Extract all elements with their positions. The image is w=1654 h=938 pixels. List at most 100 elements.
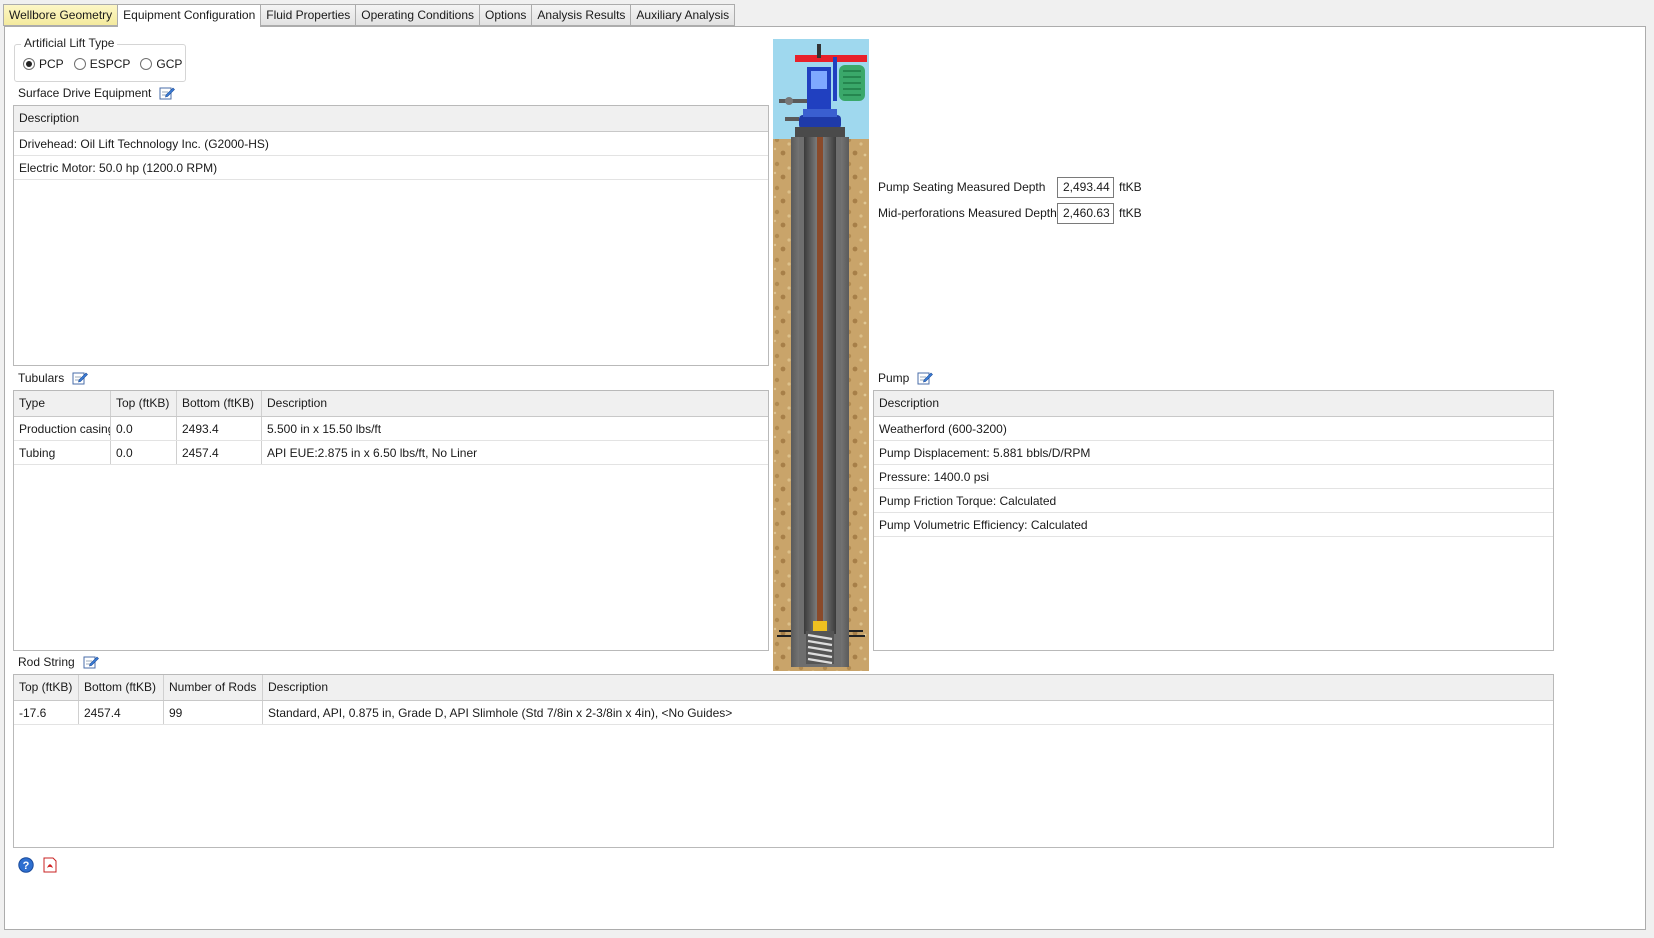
column-header-bottom[interactable]: Bottom (ftKB) <box>177 391 262 416</box>
table-row[interactable]: -17.6 2457.4 99 Standard, API, 0.875 in,… <box>14 701 1553 725</box>
wellhead-base <box>795 127 845 137</box>
table-cell: Pump Displacement: 5.881 bbls/D/RPM <box>879 446 1091 460</box>
column-header-bottom[interactable]: Bottom (ftKB) <box>79 675 164 700</box>
tab-auxiliary-analysis[interactable]: Auxiliary Analysis <box>630 4 736 26</box>
flow-line <box>779 99 809 103</box>
column-header-description[interactable]: Description <box>262 391 768 416</box>
tubulars-grid: Type Top (ftKB) Bottom (ftKB) Descriptio… <box>13 390 769 651</box>
column-header-description[interactable]: Description <box>263 675 1553 700</box>
table-cell: 2493.4 <box>177 417 262 440</box>
column-header-number-of-rods[interactable]: Number of Rods <box>164 675 263 700</box>
table-cell: Pressure: 1400.0 psi <box>879 470 990 484</box>
table-cell: 0.0 <box>111 441 177 464</box>
table-row[interactable]: Pump Friction Torque: Calculated <box>874 489 1553 513</box>
mid-perforations-depth-input[interactable]: 2,460.63 <box>1057 203 1114 224</box>
pump-grid: Description Weatherford (600-3200) Pump … <box>873 390 1554 651</box>
table-cell: Electric Motor: 50.0 hp (1200.0 RPM) <box>19 161 218 175</box>
radio-gcp-label: GCP <box>156 57 183 71</box>
pump-top <box>813 621 827 631</box>
tubulars-title: Tubulars <box>18 371 65 385</box>
rod-string-section-header: Rod String <box>18 655 99 669</box>
radio-pcp-indicator[interactable] <box>23 58 35 70</box>
table-row[interactable]: Tubing 0.0 2457.4 API EUE:2.875 in x 6.5… <box>14 441 768 465</box>
rod-string <box>817 79 823 624</box>
surface-drive-header-row: Description <box>14 106 768 132</box>
radio-pcp-label: PCP <box>39 57 64 71</box>
radio-espcp-label: ESPCP <box>89 57 131 71</box>
pump-seating-depth-input[interactable]: 2,493.44 <box>1057 177 1114 198</box>
side-outlet <box>785 117 799 121</box>
mid-perforations-depth-label: Mid-perforations Measured Depth <box>878 206 1057 220</box>
table-cell: -17.6 <box>14 701 79 724</box>
wellbore-diagram <box>773 39 869 671</box>
rod-string-header-row: Top (ftKB) Bottom (ftKB) Number of Rods … <box>14 675 1553 701</box>
table-row[interactable]: Electric Motor: 50.0 hp (1200.0 RPM) <box>14 156 768 180</box>
artificial-lift-type-group: Artificial Lift Type PCP ESPCP GCP <box>14 36 186 82</box>
surface-drive-grid: Description Drivehead: Oil Lift Technolo… <box>13 105 769 366</box>
table-cell: Tubing <box>14 441 111 464</box>
wellhead-body <box>803 109 837 117</box>
radio-gcp-indicator[interactable] <box>140 58 153 70</box>
drivehead-window <box>811 71 827 89</box>
tab-analysis-results[interactable]: Analysis Results <box>531 4 631 26</box>
table-row[interactable]: Drivehead: Oil Lift Technology Inc. (G20… <box>14 132 768 156</box>
surface-drive-section-header: Surface Drive Equipment <box>18 86 176 100</box>
tubulars-header-row: Type Top (ftKB) Bottom (ftKB) Descriptio… <box>14 391 768 417</box>
pump-title: Pump <box>878 371 910 385</box>
tubulars-section-header: Tubulars <box>18 371 89 385</box>
tab-equipment-configuration[interactable]: Equipment Configuration <box>117 4 261 27</box>
table-row[interactable]: Pump Volumetric Efficiency: Calculated <box>874 513 1553 537</box>
table-cell: 2457.4 <box>79 701 164 724</box>
table-cell: API EUE:2.875 in x 6.50 lbs/ft, No Liner <box>267 446 478 460</box>
pump-seating-depth-unit: ftKB <box>1119 180 1142 194</box>
table-cell: Weatherford (600-3200) <box>879 422 1007 436</box>
bottom-toolbar: ? <box>18 857 58 873</box>
table-cell: Pump Volumetric Efficiency: Calculated <box>879 518 1088 532</box>
table-row[interactable]: Pressure: 1400.0 psi <box>874 465 1553 489</box>
column-header-type[interactable]: Type <box>14 391 111 416</box>
table-cell: Standard, API, 0.875 in, Grade D, API Sl… <box>268 706 733 720</box>
rod-string-title: Rod String <box>18 655 75 669</box>
table-cell: 2457.4 <box>177 441 262 464</box>
radio-espcp-indicator[interactable] <box>73 58 86 70</box>
rod-string-grid: Top (ftKB) Bottom (ftKB) Number of Rods … <box>13 674 1554 848</box>
table-cell: 99 <box>164 701 263 724</box>
radio-pcp[interactable]: PCP <box>23 57 64 71</box>
tab-operating-conditions[interactable]: Operating Conditions <box>355 4 480 26</box>
tab-options[interactable]: Options <box>479 4 532 26</box>
edit-icon[interactable] <box>83 655 99 669</box>
table-cell: Drivehead: Oil Lift Technology Inc. (G20… <box>19 137 269 151</box>
belt-guard <box>833 57 837 101</box>
wellhead-flange <box>799 115 841 129</box>
edit-icon[interactable] <box>72 371 89 385</box>
polished-rod <box>817 44 821 58</box>
table-cell: Pump Friction Torque: Calculated <box>879 494 1057 508</box>
edit-icon[interactable] <box>159 86 176 100</box>
column-header-description[interactable]: Description <box>14 106 768 131</box>
drive-beam <box>795 55 867 62</box>
equipment-configuration-panel: Artificial Lift Type PCP ESPCP GCP Surfa… <box>4 26 1646 930</box>
table-row[interactable]: Pump Displacement: 5.881 bbls/D/RPM <box>874 441 1553 465</box>
column-header-top[interactable]: Top (ftKB) <box>14 675 79 700</box>
tab-fluid-properties[interactable]: Fluid Properties <box>260 4 356 26</box>
pump-section-header: Pump <box>878 371 934 385</box>
help-icon[interactable]: ? <box>18 857 34 873</box>
svg-text:?: ? <box>23 860 30 872</box>
artificial-lift-type-legend: Artificial Lift Type <box>21 36 118 50</box>
column-header-description[interactable]: Description <box>874 391 1553 416</box>
radio-gcp[interactable]: GCP <box>140 57 182 71</box>
table-row[interactable]: Production casing 0.0 2493.4 5.500 in x … <box>14 417 768 441</box>
pump-header-row: Description <box>874 391 1553 417</box>
tab-strip: Wellbore Geometry Equipment Configuratio… <box>3 4 736 27</box>
table-row[interactable]: Weatherford (600-3200) <box>874 417 1553 441</box>
tab-wellbore-geometry[interactable]: Wellbore Geometry <box>3 4 118 26</box>
pdf-icon[interactable] <box>42 857 58 873</box>
valve <box>785 97 793 105</box>
table-cell: 5.500 in x 15.50 lbs/ft <box>267 422 382 436</box>
radio-espcp[interactable]: ESPCP <box>73 57 131 71</box>
table-cell: 0.0 <box>111 417 177 440</box>
mid-perforations-depth-unit: ftKB <box>1119 206 1142 220</box>
column-header-top[interactable]: Top (ftKB) <box>111 391 177 416</box>
table-cell: Production casing <box>14 417 111 440</box>
edit-icon[interactable] <box>917 371 934 385</box>
